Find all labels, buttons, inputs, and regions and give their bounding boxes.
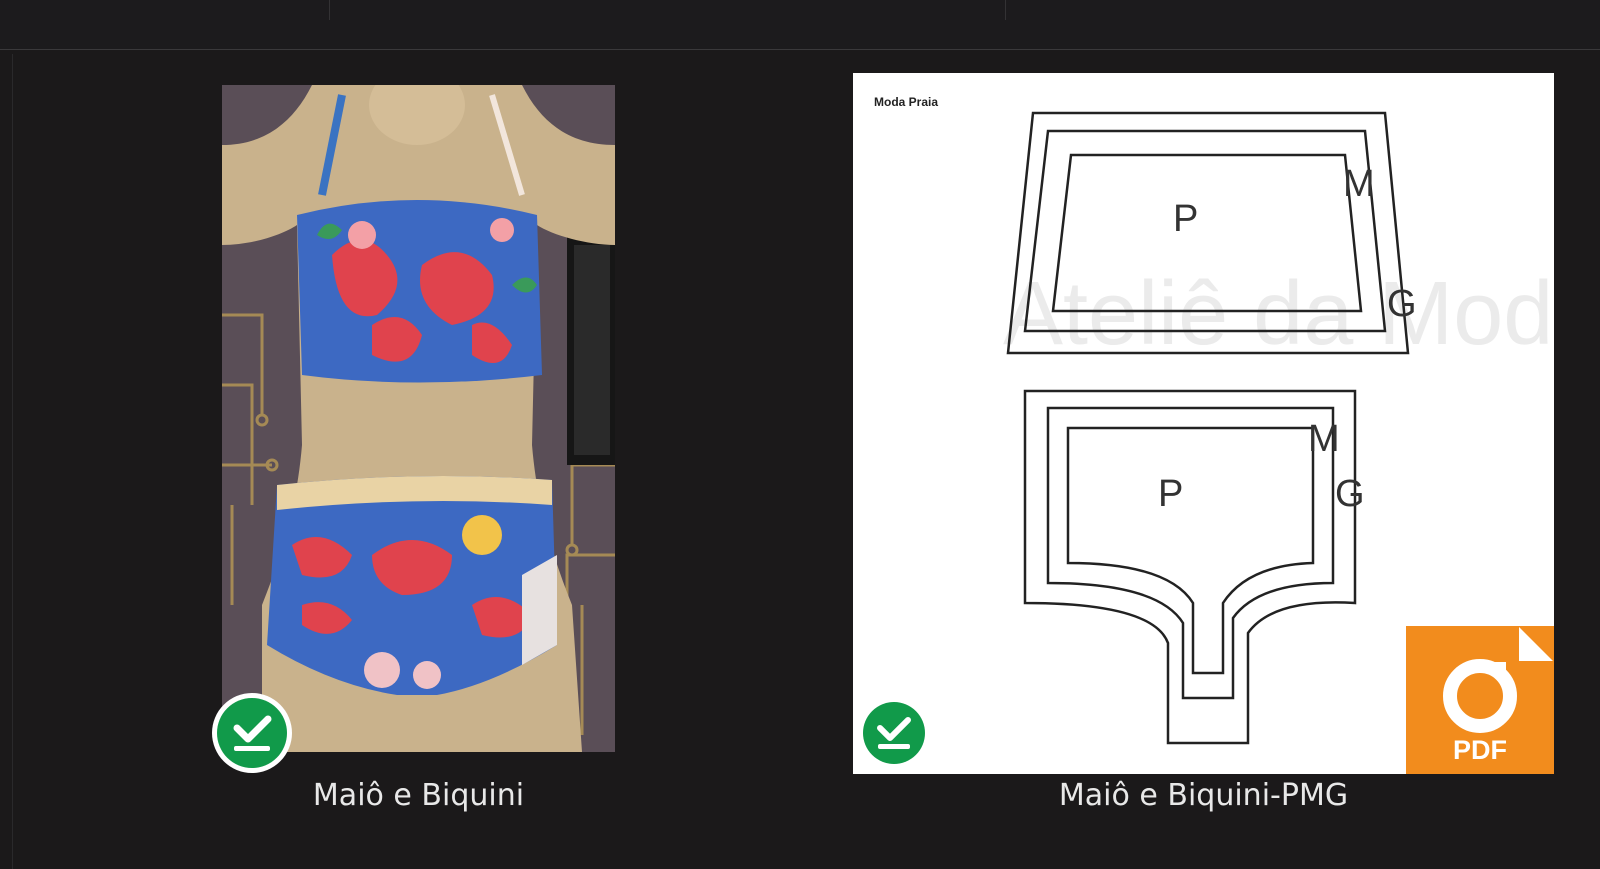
size-label-p: P bbox=[1173, 198, 1199, 240]
size-label-g: G bbox=[1335, 473, 1365, 515]
column-divider bbox=[329, 0, 330, 20]
size-label-m: M bbox=[1343, 163, 1375, 205]
toolbar-strip bbox=[0, 0, 1600, 50]
file-name[interactable]: Maiô e Biquini bbox=[222, 778, 615, 813]
size-label-p: P bbox=[1158, 473, 1184, 515]
column-divider bbox=[1005, 0, 1006, 20]
size-label-g: G bbox=[1387, 283, 1417, 325]
pdf-app-icon: PDF bbox=[1406, 626, 1554, 774]
pdf-thumbnail[interactable]: Moda Praia Ateliê da Moda P M G M P G PD… bbox=[853, 73, 1554, 774]
pdf-label: PDF bbox=[1453, 735, 1507, 765]
file-name[interactable]: Maiô e Biquini-PMG bbox=[853, 778, 1554, 813]
pane-divider bbox=[12, 54, 13, 869]
photo-thumbnail[interactable] bbox=[222, 85, 615, 752]
sync-complete-icon bbox=[212, 693, 292, 773]
size-label-m: M bbox=[1308, 418, 1340, 460]
sync-complete-icon bbox=[858, 697, 930, 769]
